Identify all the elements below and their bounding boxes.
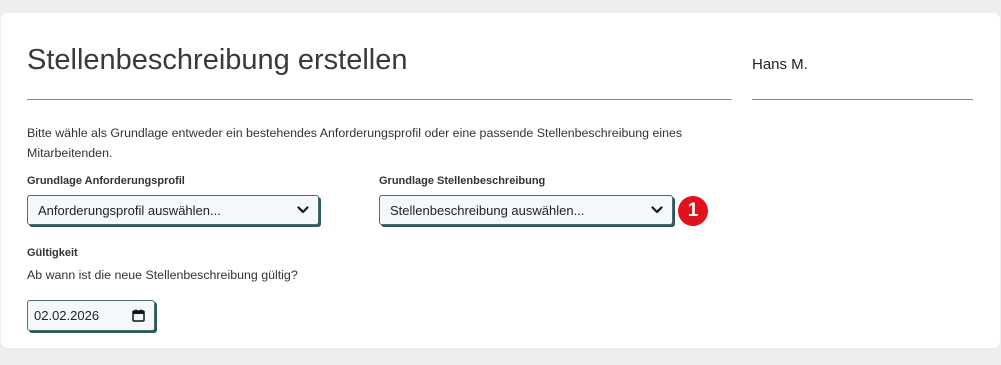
- chevron-down-icon: [294, 201, 312, 219]
- user-divider: [752, 99, 973, 100]
- title-divider: [27, 99, 732, 100]
- user-name: Hans M.: [752, 56, 808, 73]
- chevron-down-icon: [648, 201, 666, 219]
- calendar-icon[interactable]: [131, 309, 145, 323]
- page-title: Stellenbeschreibung erstellen: [27, 44, 408, 76]
- validity-label: Gültigkeit: [27, 247, 78, 259]
- description-select-label: Grundlage Stellenbeschreibung: [379, 175, 546, 187]
- description-select-value: Stellenbeschreibung auswählen...: [390, 202, 585, 218]
- profile-select[interactable]: Anforderungsprofil auswählen...: [27, 195, 319, 225]
- step-marker-badge: 1: [678, 196, 708, 226]
- validity-date-value: 02.02.2026: [34, 308, 100, 323]
- validity-question: Ab wann ist die neue Stellenbeschreibung…: [27, 268, 298, 282]
- profile-select-value: Anforderungsprofil auswählen...: [38, 202, 221, 218]
- description-select[interactable]: Stellenbeschreibung auswählen...: [379, 195, 673, 225]
- profile-select-label: Grundlage Anforderungsprofil: [27, 175, 185, 187]
- intro-text: Bitte wähle als Grundlage entweder ein b…: [27, 126, 683, 160]
- validity-date-input[interactable]: 02.02.2026: [27, 300, 155, 331]
